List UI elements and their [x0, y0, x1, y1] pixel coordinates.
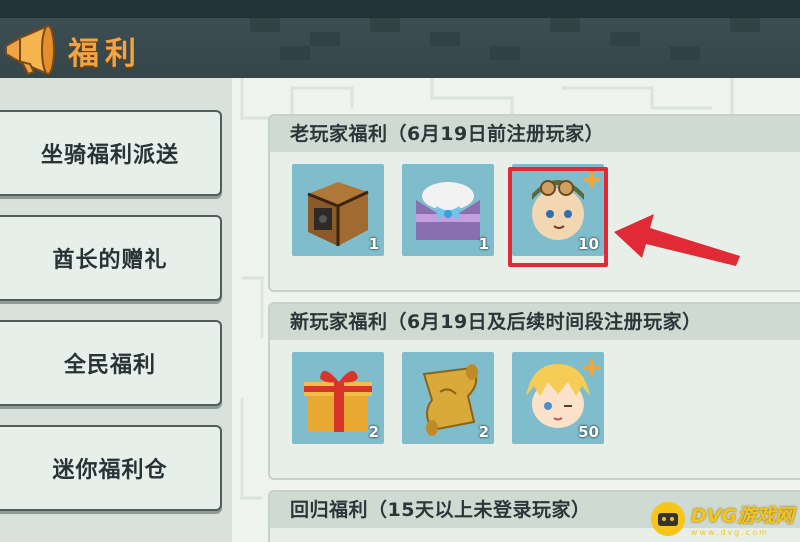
section-new-player: 新玩家福利（6月19日及后续时间段注册玩家） 2 2 50	[268, 302, 800, 480]
reward-item[interactable]: 2	[402, 352, 494, 444]
item-count: 2	[478, 423, 489, 441]
reward-item[interactable]: 2	[292, 352, 384, 444]
sidebar-item-chief-gift[interactable]: 酋长的赠礼	[0, 215, 222, 301]
page-title: 福利	[68, 36, 142, 72]
sidebar-item-mount-welfare[interactable]: 坐骑福利派送	[0, 110, 222, 196]
sidebar-item-public-welfare[interactable]: 全民福利	[0, 320, 222, 406]
watermark: DVG游戏网 www.dvg.com	[650, 500, 794, 538]
highlight-box	[508, 167, 608, 267]
watermark-url: www.dvg.com	[690, 528, 769, 537]
pointer-arrow-icon	[614, 214, 740, 266]
panel-header: 福利	[0, 18, 800, 78]
watermark-logo-icon	[650, 502, 685, 536]
section-title: 新玩家福利（6月19日及后续时间段注册玩家）	[270, 304, 800, 340]
top-bar	[0, 0, 800, 18]
header-pattern	[250, 18, 760, 60]
reward-item[interactable]: 50	[512, 352, 604, 444]
reward-item[interactable]: 1	[292, 164, 384, 256]
reward-item[interactable]: 1	[402, 164, 494, 256]
item-count: 1	[478, 235, 489, 253]
item-count: 50	[578, 423, 599, 441]
section-title: 老玩家福利（6月19日前注册玩家）	[270, 116, 800, 152]
megaphone-icon	[5, 24, 55, 76]
sidebar: 坐骑福利派送 酋长的赠礼 全民福利 迷你福利仓	[0, 78, 232, 542]
item-count: 2	[368, 423, 379, 441]
main-content: 老玩家福利（6月19日前注册玩家） 1 1 10 新玩家福利（6月19日及后续时…	[232, 78, 800, 542]
item-count: 1	[368, 235, 379, 253]
watermark-name: DVG游戏网	[690, 505, 794, 527]
sidebar-item-mini-welfare-storage[interactable]: 迷你福利仓	[0, 425, 222, 511]
